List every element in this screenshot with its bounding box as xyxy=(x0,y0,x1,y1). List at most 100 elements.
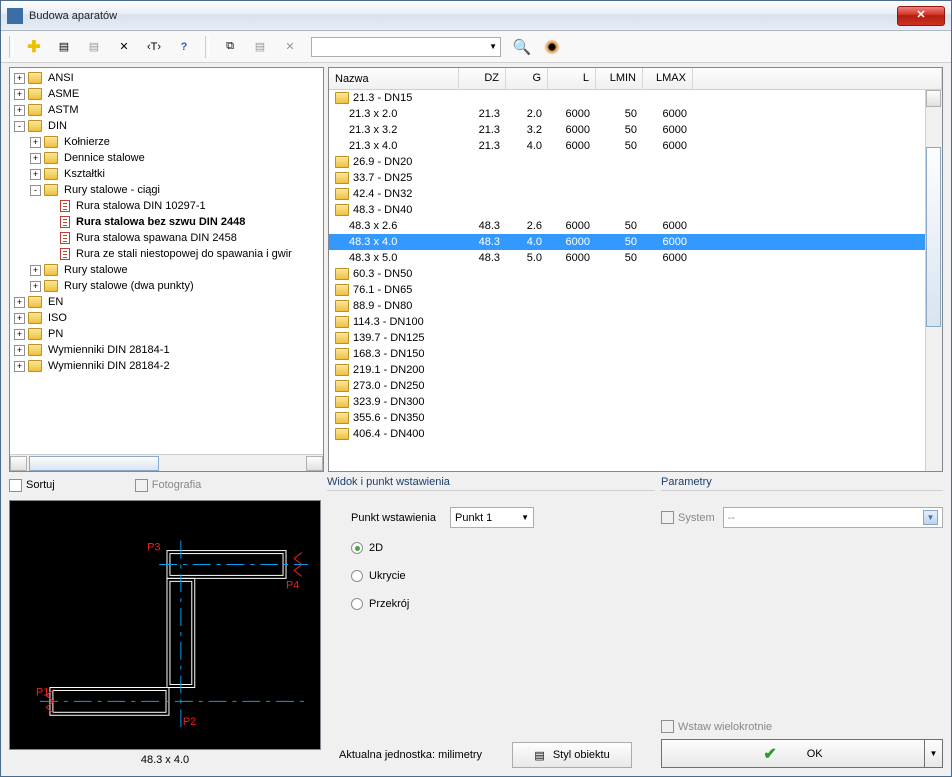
list-row[interactable]: 76.1 - DN65 xyxy=(329,282,942,298)
folder-icon xyxy=(28,88,42,100)
doc-icon xyxy=(60,216,70,228)
list-row[interactable]: 21.3 - DN15 xyxy=(329,90,942,106)
insert-multiple-checkbox: Wstaw wielokrotnie xyxy=(661,720,943,733)
list-panel: Nazwa DZ G L LMIN LMAX 21.3 - DN1521.3 x… xyxy=(328,67,943,472)
list-body[interactable]: 21.3 - DN1521.3 x 2.021.32.0600050600021… xyxy=(329,90,942,471)
sort-checkbox[interactable]: Sortuj xyxy=(9,479,55,492)
list-row[interactable]: 273.0 - DN250 xyxy=(329,378,942,394)
folder-icon xyxy=(28,104,42,116)
preview-panel: Sortuj Fotografia P1 P2 P3 P4 xyxy=(9,476,321,768)
list-row[interactable]: 88.9 - DN80 xyxy=(329,298,942,314)
folder-icon xyxy=(28,344,42,356)
close-button[interactable]: ✕ xyxy=(897,6,945,26)
params-panel: Parametry System --▼ Wstaw wielokrotnie … xyxy=(661,476,943,768)
tree-item[interactable]: +Rury stalowe (dwa punkty) xyxy=(10,278,323,294)
doc-icon xyxy=(60,248,70,260)
list-vscroll[interactable] xyxy=(925,90,942,471)
check-icon: ✔ xyxy=(763,744,776,764)
tree-item[interactable]: +Kształtki xyxy=(10,166,323,182)
doc-icon xyxy=(60,232,70,244)
find-icon[interactable] xyxy=(543,38,561,56)
list-row[interactable]: 355.6 - DN350 xyxy=(329,410,942,426)
copy-icon[interactable]: ⧉ xyxy=(221,38,239,56)
paste-icon: ▤ xyxy=(251,38,269,56)
tree-item[interactable]: -DIN xyxy=(10,118,323,134)
doc-icon[interactable]: ▤ xyxy=(55,38,73,56)
list-header[interactable]: Nazwa DZ G L LMIN LMAX xyxy=(329,68,942,90)
list-row[interactable]: 42.4 - DN32 xyxy=(329,186,942,202)
doc-icon xyxy=(60,200,70,212)
list-row[interactable]: 406.4 - DN400 xyxy=(329,426,942,442)
insertion-point-label: Punkt wstawienia xyxy=(351,512,436,524)
folder-icon xyxy=(44,152,58,164)
list-row[interactable]: 60.3 - DN50 xyxy=(329,266,942,282)
list-row[interactable]: 323.9 - DN300 xyxy=(329,394,942,410)
preview-image: P1 P2 P3 P4 xyxy=(9,500,321,750)
list-row[interactable]: 26.9 - DN20 xyxy=(329,154,942,170)
tree-item[interactable]: +Wymienniki DIN 28184-2 xyxy=(10,358,323,374)
tree-item[interactable]: +ISO xyxy=(10,310,323,326)
list-row[interactable]: 33.7 - DN25 xyxy=(329,170,942,186)
folder-icon xyxy=(28,360,42,372)
titlebar: Budowa aparatów ✕ xyxy=(1,1,951,31)
tree-item[interactable]: +Rury stalowe xyxy=(10,262,323,278)
list-row[interactable]: 114.3 - DN100 xyxy=(329,314,942,330)
tree-item[interactable]: Rura ze stali niestopowej do spawania i … xyxy=(10,246,323,262)
help-icon[interactable]: ? xyxy=(175,38,193,56)
list-row[interactable]: 21.3 x 4.021.34.06000506000 xyxy=(329,138,942,154)
tree-item[interactable]: +EN xyxy=(10,294,323,310)
tree-panel: +ANSI+ASME+ASTM-DIN+Kołnierze+Dennice st… xyxy=(9,67,324,472)
toolbar: ✚ ▤ ▤ ✕ ‹T› ? ⧉ ▤ ✕ ▼ 🔍 xyxy=(1,31,951,63)
tree-item[interactable]: +ASTM xyxy=(10,102,323,118)
folder-icon xyxy=(44,280,58,292)
app-window: Budowa aparatów ✕ ✚ ▤ ▤ ✕ ‹T› ? ⧉ ▤ ✕ ▼ … xyxy=(0,0,952,777)
list-row[interactable]: 48.3 x 5.048.35.06000506000 xyxy=(329,250,942,266)
preview-caption: 48.3 x 4.0 xyxy=(9,750,321,766)
photo-checkbox: Fotografia xyxy=(135,479,202,492)
ok-button[interactable]: ✔OK xyxy=(661,739,925,768)
tree-item[interactable]: Rura stalowa bez szwu DIN 2448 xyxy=(10,214,323,230)
tree-item[interactable]: +Kołnierze xyxy=(10,134,323,150)
ok-dropdown-arrow[interactable]: ▼ xyxy=(925,739,943,768)
tree-item[interactable]: +ASME xyxy=(10,86,323,102)
folder-icon xyxy=(44,168,58,180)
list-row[interactable]: 21.3 x 3.221.33.26000506000 xyxy=(329,122,942,138)
object-style-button[interactable]: ▤ Styl obiektu xyxy=(512,742,632,768)
view-panel: Widok i punkt wstawienia Punkt wstawieni… xyxy=(327,476,655,768)
tree-item[interactable]: +ANSI xyxy=(10,70,323,86)
insertion-point-dropdown[interactable]: Punkt 1▼ xyxy=(450,507,534,528)
svg-text:P2: P2 xyxy=(183,716,196,728)
svg-text:P4: P4 xyxy=(286,579,299,591)
folder-icon xyxy=(44,136,58,148)
text-icon[interactable]: ‹T› xyxy=(145,38,163,56)
delete-icon: ✕ xyxy=(281,38,299,56)
tree[interactable]: +ANSI+ASME+ASTM-DIN+Kołnierze+Dennice st… xyxy=(10,68,323,454)
tools-icon[interactable]: ✕ xyxy=(115,38,133,56)
list-row[interactable]: 139.7 - DN125 xyxy=(329,330,942,346)
tree-item[interactable]: -Rury stalowe - ciągi xyxy=(10,182,323,198)
folder-icon xyxy=(44,184,58,196)
tree-item[interactable]: Rura stalowa spawana DIN 2458 xyxy=(10,230,323,246)
list-row[interactable]: 219.1 - DN200 xyxy=(329,362,942,378)
list-row[interactable]: 168.3 - DN150 xyxy=(329,346,942,362)
radio-section[interactable]: Przekrój xyxy=(351,598,655,610)
folder-icon xyxy=(28,328,42,340)
tree-item[interactable]: +PN xyxy=(10,326,323,342)
command-combo[interactable]: ▼ xyxy=(311,37,501,57)
system-dropdown[interactable]: --▼ xyxy=(723,507,943,528)
tree-item[interactable]: +Wymienniki DIN 28184-1 xyxy=(10,342,323,358)
radio-hidden[interactable]: Ukrycie xyxy=(351,570,655,582)
list-row[interactable]: 48.3 x 4.048.34.06000506000 xyxy=(329,234,942,250)
folder-icon xyxy=(28,312,42,324)
radio-2d[interactable]: 2D xyxy=(351,542,655,554)
list-row[interactable]: 48.3 - DN40 xyxy=(329,202,942,218)
app-icon xyxy=(7,8,23,24)
tree-hscroll[interactable] xyxy=(10,454,323,471)
list-row[interactable]: 48.3 x 2.648.32.66000506000 xyxy=(329,218,942,234)
tree-item[interactable]: Rura stalowa DIN 10297-1 xyxy=(10,198,323,214)
search-icon[interactable]: 🔍 xyxy=(513,38,531,56)
new-icon[interactable]: ✚ xyxy=(25,38,43,56)
tree-item[interactable]: +Dennice stalowe xyxy=(10,150,323,166)
system-checkbox: System xyxy=(661,511,715,524)
list-row[interactable]: 21.3 x 2.021.32.06000506000 xyxy=(329,106,942,122)
